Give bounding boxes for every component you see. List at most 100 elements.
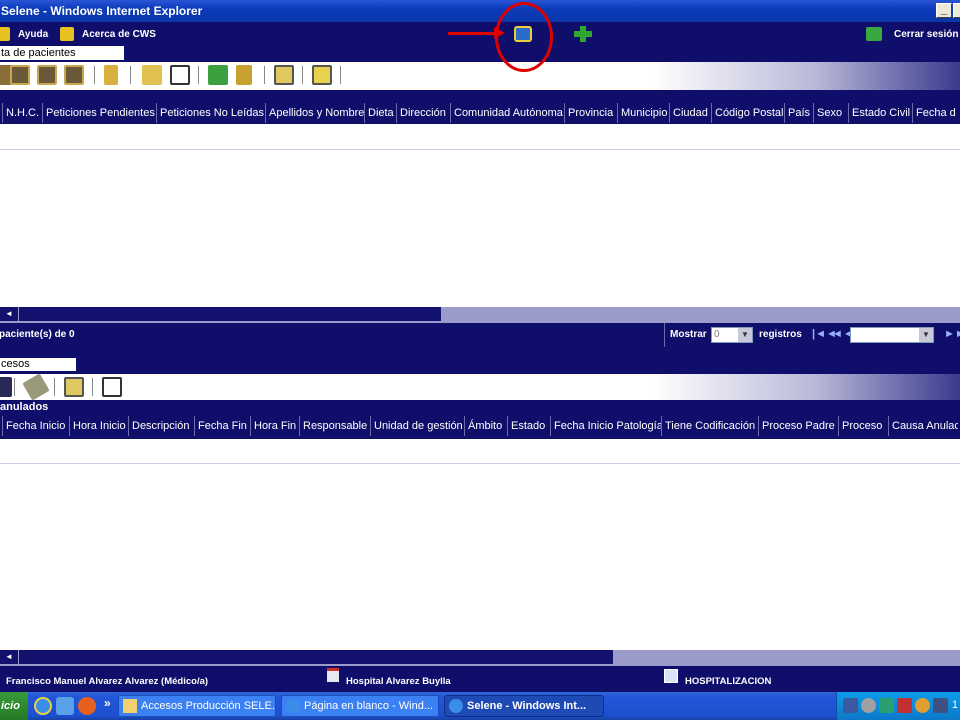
- processes-column-header[interactable]: Responsable: [299, 416, 370, 436]
- patients-horizontal-scrollbar[interactable]: ◄: [0, 307, 960, 321]
- page-size-value: 0: [714, 329, 720, 340]
- patients-column-header[interactable]: Sexo: [813, 103, 848, 123]
- annulled-section-label: anulados: [0, 401, 49, 413]
- system-tray: 1: [836, 692, 960, 720]
- start-button[interactable]: icio: [0, 692, 28, 720]
- processes-column-header[interactable]: Unidad de gestión: [370, 416, 464, 436]
- ie-quicklaunch-icon[interactable]: [34, 697, 52, 715]
- patients-column-header[interactable]: N.H.C.: [2, 103, 42, 123]
- chevron-down-icon[interactable]: ▼: [919, 328, 933, 342]
- processes-column-header[interactable]: Fecha Inicio Patología: [550, 416, 661, 436]
- processes-column-header[interactable]: Ámbito: [464, 416, 507, 436]
- eye-icon[interactable]: [879, 698, 894, 713]
- medical-cross-icon[interactable]: [574, 26, 592, 42]
- patients-column-header[interactable]: Estado Civil: [848, 103, 912, 123]
- patients-pager: paciente(s) de 0 Mostrar 0 ▼ registros |…: [0, 323, 960, 347]
- patient-list-icon[interactable]: [64, 65, 84, 85]
- print-icon[interactable]: [64, 377, 84, 397]
- network-icon[interactable]: [843, 698, 858, 713]
- records-label: registros: [759, 329, 802, 340]
- patients-column-header[interactable]: Fecha d: [912, 103, 960, 123]
- processes-column-header[interactable]: Proceso: [838, 416, 888, 436]
- patients-column-header[interactable]: Peticiones No Leídas: [156, 103, 265, 123]
- logout-door-icon: [866, 27, 882, 42]
- chevron-down-icon[interactable]: ▼: [738, 328, 752, 342]
- taskbar-item-selene[interactable]: Selene - Windows Int...: [444, 695, 604, 717]
- patients-column-header[interactable]: Comunidad Autónoma: [450, 103, 564, 123]
- processes-column-header[interactable]: Proceso Padre: [758, 416, 838, 436]
- annotation-arrow: [448, 32, 498, 35]
- patient-group-icon[interactable]: [37, 65, 57, 85]
- taskbar-item-folder[interactable]: Accesos Producción SELE...: [118, 695, 276, 717]
- help-icon: [0, 27, 10, 42]
- ie-icon: [449, 699, 463, 713]
- grid-icon[interactable]: [170, 65, 190, 85]
- processes-column-header[interactable]: Estado: [507, 416, 550, 436]
- about-menu[interactable]: Acerca de CWS: [60, 26, 156, 44]
- toolbar-separator: [94, 66, 95, 84]
- processes-column-header[interactable]: Fecha Fin: [194, 416, 250, 436]
- patients-column-header[interactable]: Apellidos y Nombre: [265, 103, 364, 123]
- patients-column-header[interactable]: Dirección: [396, 103, 450, 123]
- page-select[interactable]: ▼: [850, 327, 934, 343]
- toolbar-separator: [130, 66, 131, 84]
- logout-menu[interactable]: Cerrar sesión: [866, 26, 958, 44]
- help-label: Ayuda: [18, 29, 49, 40]
- print-icon[interactable]: [274, 65, 294, 85]
- hospital-name: Hospital Alvarez Buylla: [346, 676, 451, 687]
- patients-column-header[interactable]: País: [784, 103, 813, 123]
- shield-icon[interactable]: [897, 698, 912, 713]
- patients-column-header[interactable]: Peticiones Pendientes: [42, 103, 156, 123]
- hourglass-icon[interactable]: [236, 65, 252, 85]
- tray-icon[interactable]: [915, 698, 930, 713]
- processes-horizontal-scrollbar[interactable]: ◄: [0, 650, 960, 664]
- patients-column-header[interactable]: Ciudad: [669, 103, 711, 123]
- minimize-button[interactable]: _: [936, 3, 952, 18]
- processes-column-header[interactable]: Descripción: [128, 416, 194, 436]
- window-title: Selene - Windows Internet Explorer: [1, 4, 203, 18]
- taskbar-item-blank-page[interactable]: Página en blanco - Wind...: [281, 695, 439, 717]
- status-bar: Francisco Manuel Alvarez Alvarez (Médico…: [0, 668, 960, 692]
- patients-column-header[interactable]: Dieta: [364, 103, 396, 123]
- refresh-icon[interactable]: [208, 65, 228, 85]
- scroll-thumb[interactable]: [19, 650, 613, 664]
- patients-toolbar: [0, 62, 960, 90]
- patients-column-header[interactable]: Código Postal: [711, 103, 784, 123]
- processes-panel-header: cesos: [0, 357, 960, 374]
- bandage-icon[interactable]: [22, 373, 50, 401]
- desktop-quicklaunch-icon[interactable]: [56, 697, 74, 715]
- processes-column-header[interactable]: Causa Anulac: [888, 416, 958, 436]
- firefox-quicklaunch-icon[interactable]: [78, 697, 96, 715]
- tray-icon[interactable]: [933, 698, 948, 713]
- more-quicklaunch-icon[interactable]: »: [104, 696, 111, 710]
- app-menu-bar: Ayuda Acerca de CWS Cerrar sesión ta de …: [0, 22, 960, 62]
- processes-column-header[interactable]: Hora Inicio: [69, 416, 128, 436]
- help-menu[interactable]: Ayuda: [0, 26, 48, 44]
- scroll-left-icon[interactable]: ◄: [0, 650, 18, 664]
- processes-column-header[interactable]: Fecha Inicio: [2, 416, 69, 436]
- folder-icon[interactable]: [142, 65, 162, 85]
- task-label: Página en blanco - Wind...: [304, 700, 434, 712]
- toolbar-partial-icon[interactable]: [0, 377, 12, 397]
- smiley-icon: [60, 27, 74, 42]
- patients-panel-tab[interactable]: ta de pacientes: [0, 46, 124, 60]
- grid-icon[interactable]: [102, 377, 122, 397]
- about-label: Acerca de CWS: [82, 29, 156, 40]
- page-size-select[interactable]: 0 ▼: [711, 327, 753, 343]
- print-preview-icon[interactable]: [312, 65, 332, 85]
- toolbar-separator: [54, 378, 55, 396]
- scroll-left-icon[interactable]: ◄: [0, 307, 18, 321]
- patient-record-icon[interactable]: [10, 65, 30, 85]
- processes-column-header[interactable]: Hora Fin: [250, 416, 299, 436]
- processes-column-header[interactable]: Tiene Codificación: [661, 416, 758, 436]
- toolbar-separator: [302, 66, 303, 84]
- processes-panel-tab[interactable]: cesos: [0, 358, 76, 371]
- next-page-icon[interactable]: ►►: [944, 328, 960, 340]
- clock: 1: [951, 699, 958, 711]
- maximize-button[interactable]: [953, 3, 960, 18]
- patients-column-header[interactable]: Provincia: [564, 103, 617, 123]
- scroll-thumb[interactable]: [19, 307, 441, 321]
- tray-icon[interactable]: [861, 698, 876, 713]
- patients-column-header[interactable]: Municipio: [617, 103, 669, 123]
- person-icon[interactable]: [104, 65, 118, 85]
